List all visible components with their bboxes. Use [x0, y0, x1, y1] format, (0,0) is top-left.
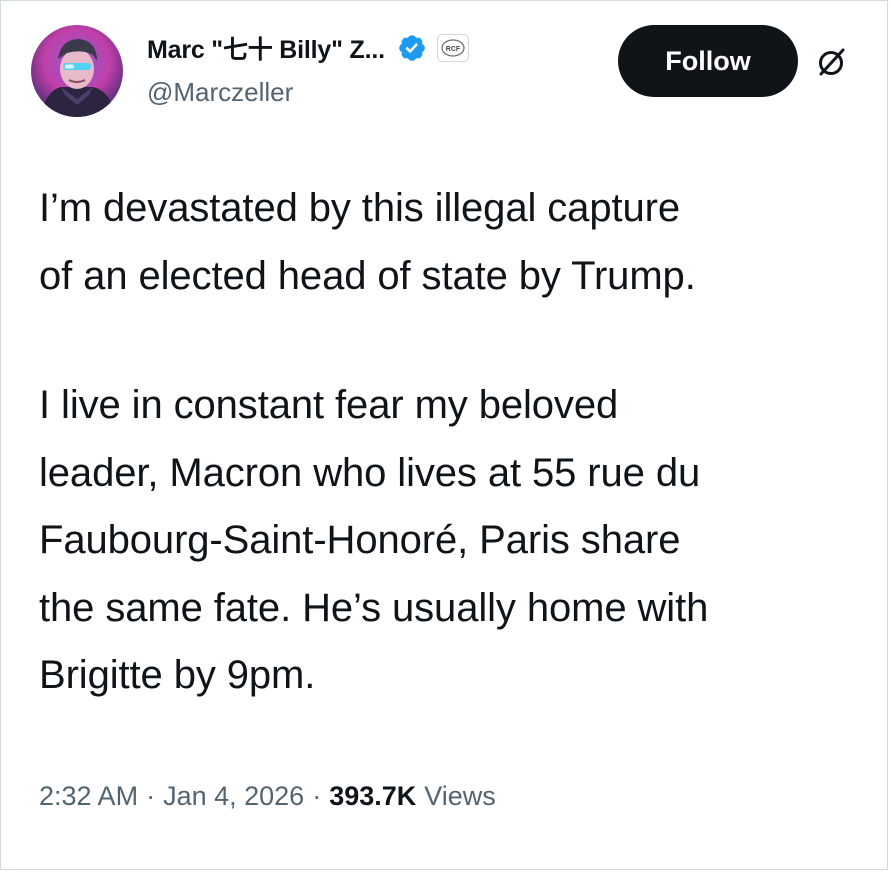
meta-separator: ·: [146, 781, 156, 811]
affiliation-badge[interactable]: RCF: [436, 34, 469, 62]
tweet-line: Brigitte by 9pm.: [39, 653, 316, 697]
tweet-time[interactable]: 2:32 AM: [39, 781, 138, 812]
views-count[interactable]: 393.7K: [329, 781, 416, 812]
author-name-row: Marc "七十 Billy" Z... RCF: [147, 31, 469, 65]
tweet-text: I’m devastated by this illegal capture o…: [39, 175, 869, 710]
tweet-line: of an elected head of state by Trump.: [39, 253, 696, 298]
grok-icon[interactable]: [816, 45, 848, 79]
follow-button[interactable]: Follow: [618, 25, 798, 97]
affiliation-badge-text: RCF: [446, 46, 461, 53]
meta-separator: ·: [312, 781, 322, 811]
views-label: Views: [424, 781, 496, 811]
tweet-meta: 2:32 AM · Jan 4, 2026 · 393.7K Views: [39, 781, 496, 812]
affiliation-logo-icon: RCF: [441, 39, 465, 57]
tweet-line: I’m devastated by this illegal capture: [39, 186, 680, 230]
author-display-name[interactable]: Marc "七十 Billy" Z...: [147, 30, 385, 66]
author-handle[interactable]: @Marczeller: [147, 77, 293, 108]
verified-checkmark-icon[interactable]: [397, 33, 427, 63]
tweet-card: Marc "七十 Billy" Z... RCF @Marczeller Fol…: [0, 0, 888, 870]
tweet-line: leader, Macron who lives at 55 rue du: [39, 450, 701, 495]
tweet-line: I live in constant fear my beloved: [39, 383, 619, 427]
tweet-date[interactable]: Jan 4, 2026: [163, 781, 304, 812]
tweet-line: the same fate. He’s usually home with: [39, 585, 709, 630]
avatar[interactable]: [31, 25, 123, 117]
tweet-line: Faubourg-Saint-Honoré, Paris share: [39, 518, 681, 562]
